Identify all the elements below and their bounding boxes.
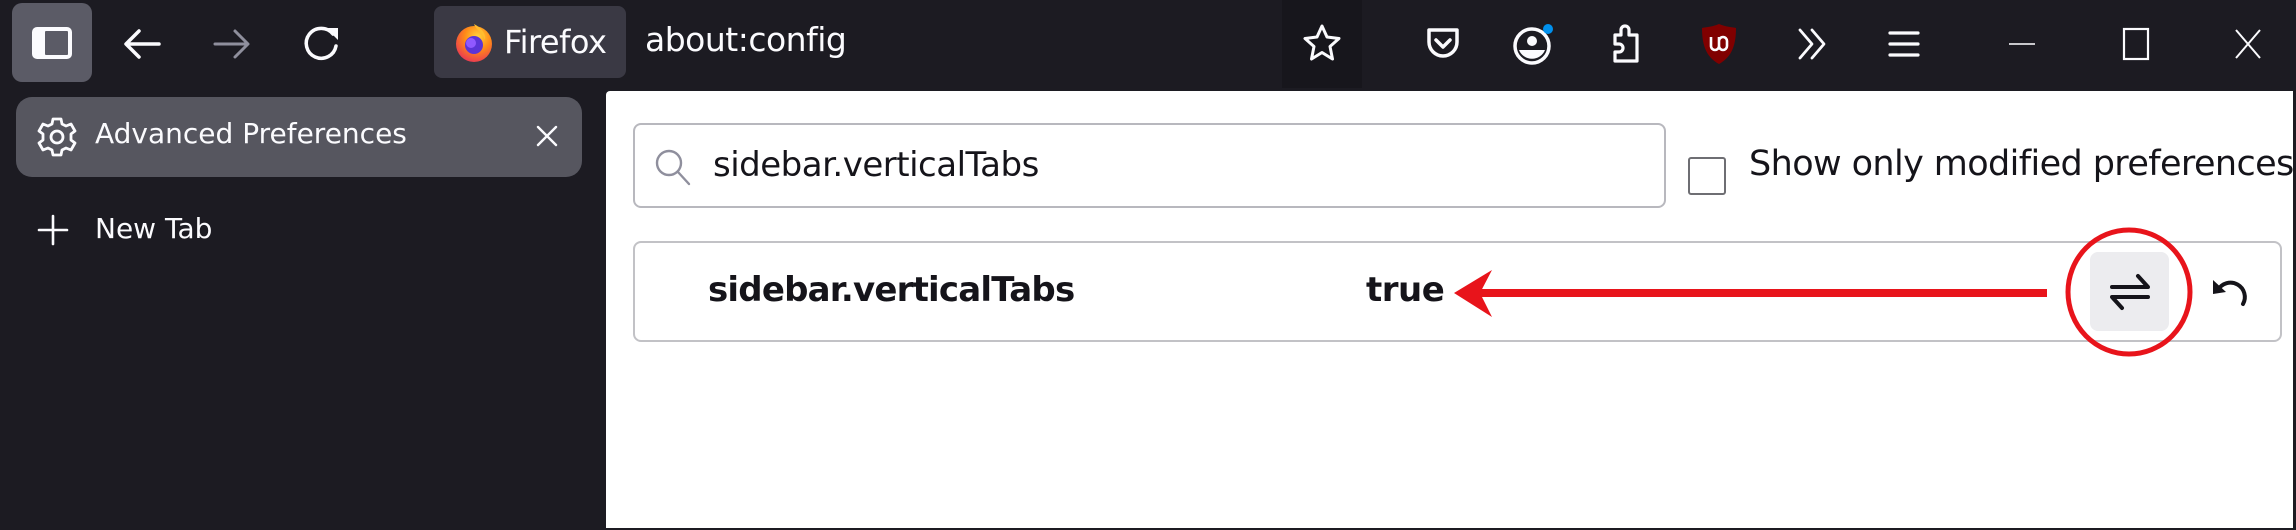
preference-search-input[interactable]: sidebar.verticalTabs xyxy=(633,123,1666,208)
menu-icon xyxy=(1888,31,1920,57)
back-icon xyxy=(124,29,161,59)
maximize-button[interactable] xyxy=(2106,18,2166,70)
identity-box[interactable]: Firefox xyxy=(434,6,626,78)
extensions-button[interactable] xyxy=(1600,18,1652,70)
gear-icon xyxy=(37,117,77,157)
toggle-icon xyxy=(2109,273,2150,310)
tab-label: Advanced Preferences xyxy=(95,117,407,150)
ublock-origin-icon xyxy=(1702,24,1736,64)
sidebar-icon xyxy=(32,26,72,59)
overflow-button[interactable] xyxy=(1787,18,1839,70)
show-modified-checkbox[interactable] xyxy=(1688,157,1726,195)
extensions-icon xyxy=(1613,24,1639,63)
overflow-icon xyxy=(1798,28,1826,60)
close-icon xyxy=(2235,29,2261,59)
preference-value[interactable]: true xyxy=(1366,270,1445,310)
forward-icon xyxy=(213,29,250,59)
new-tab-label: New Tab xyxy=(95,212,213,245)
reset-button[interactable] xyxy=(2200,262,2260,322)
close-tab-icon[interactable] xyxy=(535,124,559,148)
preference-name: sidebar.verticalTabs xyxy=(708,270,1075,310)
minimize-button[interactable] xyxy=(1992,18,2052,70)
ublock-origin-button[interactable] xyxy=(1693,18,1745,70)
plus-icon xyxy=(37,214,69,246)
url-text[interactable]: about:config xyxy=(645,20,847,59)
close-window-button[interactable] xyxy=(2218,18,2278,70)
forward-button[interactable] xyxy=(206,18,258,70)
bookmark-star-button[interactable] xyxy=(1282,0,1362,88)
pocket-button[interactable] xyxy=(1417,18,1469,70)
reload-button[interactable] xyxy=(296,18,348,70)
account-icon xyxy=(1513,24,1553,65)
maximize-icon xyxy=(2122,27,2150,61)
search-icon xyxy=(655,149,691,186)
notification-badge xyxy=(1543,24,1553,34)
sidebar-toggle-button[interactable] xyxy=(12,3,92,82)
reload-icon xyxy=(304,26,338,61)
reset-icon xyxy=(2213,280,2247,306)
show-modified-label[interactable]: Show only modified preferences xyxy=(1749,144,2294,184)
account-button[interactable] xyxy=(1508,18,1560,70)
new-tab-button[interactable]: New Tab xyxy=(30,205,590,255)
toggle-button[interactable] xyxy=(2090,252,2169,331)
back-button[interactable] xyxy=(116,18,168,70)
minimize-icon xyxy=(2009,43,2035,45)
identity-label: Firefox xyxy=(504,23,607,61)
firefox-logo-icon xyxy=(456,24,492,62)
tab-advanced-preferences[interactable]: Advanced Preferences xyxy=(16,97,582,177)
pocket-icon xyxy=(1427,28,1459,58)
search-value: sidebar.verticalTabs xyxy=(713,145,1039,185)
app-menu-button[interactable] xyxy=(1878,18,1930,70)
bookmark-star-icon xyxy=(1303,24,1341,61)
